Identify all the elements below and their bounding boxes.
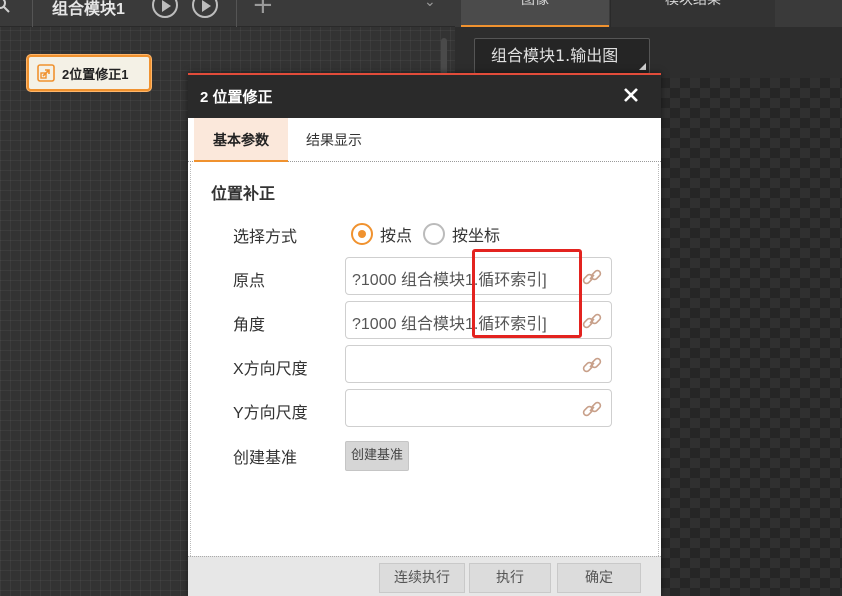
search-icon[interactable] <box>0 0 14 16</box>
close-icon[interactable] <box>621 85 641 105</box>
tab-result-display[interactable]: 结果显示 <box>294 118 374 162</box>
origin-label: 原点 <box>233 273 266 290</box>
angle-label: 角度 <box>233 317 266 334</box>
link-icon[interactable] <box>581 354 603 376</box>
position-correction-icon <box>37 64 55 82</box>
flow-node-label: 2位置修正1 <box>62 66 129 82</box>
image-source-value: 组合模块1.输出图 <box>491 46 619 65</box>
radio-dot <box>423 223 445 245</box>
chevron-down-icon[interactable]: ⌄ <box>424 0 436 10</box>
image-canvas[interactable] <box>660 78 842 596</box>
resize-corner-icon <box>639 63 646 70</box>
tab-image-label: 图像 <box>521 0 549 8</box>
flow-node-position-correction[interactable]: 2位置修正1 <box>27 55 151 91</box>
tab-basic-params[interactable]: 基本参数 <box>194 118 288 162</box>
create-base-button[interactable]: 创建基准 <box>345 441 409 471</box>
radio-by-coordinate[interactable]: 按坐标 <box>423 222 500 246</box>
image-source-select[interactable]: 组合模块1.输出图 <box>474 38 650 74</box>
flow-toolbar: 组合模块1 + ⌄ <box>0 0 455 27</box>
tab-module-results[interactable]: 模块结果 <box>610 0 775 27</box>
radio-by-point[interactable]: 按点 <box>351 222 412 246</box>
tab-module-results-label: 模块结果 <box>665 0 721 8</box>
run-once-icon[interactable] <box>152 0 178 18</box>
x-scale-label: X方向尺度 <box>233 361 308 378</box>
dialog-header[interactable]: 2 位置修正 <box>188 75 661 118</box>
radio-by-point-label: 按点 <box>380 228 413 245</box>
section-title: 位置补正 <box>211 186 276 203</box>
continuous-run-button[interactable]: 连续执行 <box>379 563 465 593</box>
flow-tab-title[interactable]: 组合模块1 <box>52 0 125 19</box>
y-scale-label: Y方向尺度 <box>233 405 308 422</box>
tab-image[interactable]: 图像 <box>461 0 609 27</box>
run-button[interactable]: 执行 <box>469 563 551 593</box>
radio-by-coordinate-label: 按坐标 <box>452 228 501 245</box>
ok-button[interactable]: 确定 <box>557 563 641 593</box>
create-base-label: 创建基准 <box>233 450 298 467</box>
run-loop-icon[interactable] <box>192 0 218 18</box>
dialog-title: 2 位置修正 <box>200 89 273 106</box>
highlight-annotation-box <box>472 249 582 338</box>
select-mode-label: 选择方式 <box>233 229 298 246</box>
add-tab-icon[interactable]: + <box>252 0 274 20</box>
dialog-tabbar: 基本参数 结果显示 <box>188 118 661 162</box>
position-correction-dialog: 2 位置修正 基本参数 结果显示 位置补正 选择方式 按点 按坐标 原点 ?10… <box>188 73 661 596</box>
x-scale-field[interactable] <box>345 345 612 383</box>
toolbar-divider <box>236 0 237 27</box>
toolbar-divider <box>32 0 33 27</box>
y-scale-field[interactable] <box>345 389 612 427</box>
link-icon[interactable] <box>581 310 603 332</box>
dialog-footer: 连续执行 执行 确定 <box>188 556 661 596</box>
radio-dot <box>351 223 373 245</box>
dialog-content: 位置补正 选择方式 按点 按坐标 原点 ?1000 组合模块1.循环索引] 角度… <box>190 164 659 556</box>
image-tabbar: 图像 模块结果 <box>455 0 842 27</box>
link-icon[interactable] <box>581 398 603 420</box>
link-icon[interactable] <box>581 266 603 288</box>
